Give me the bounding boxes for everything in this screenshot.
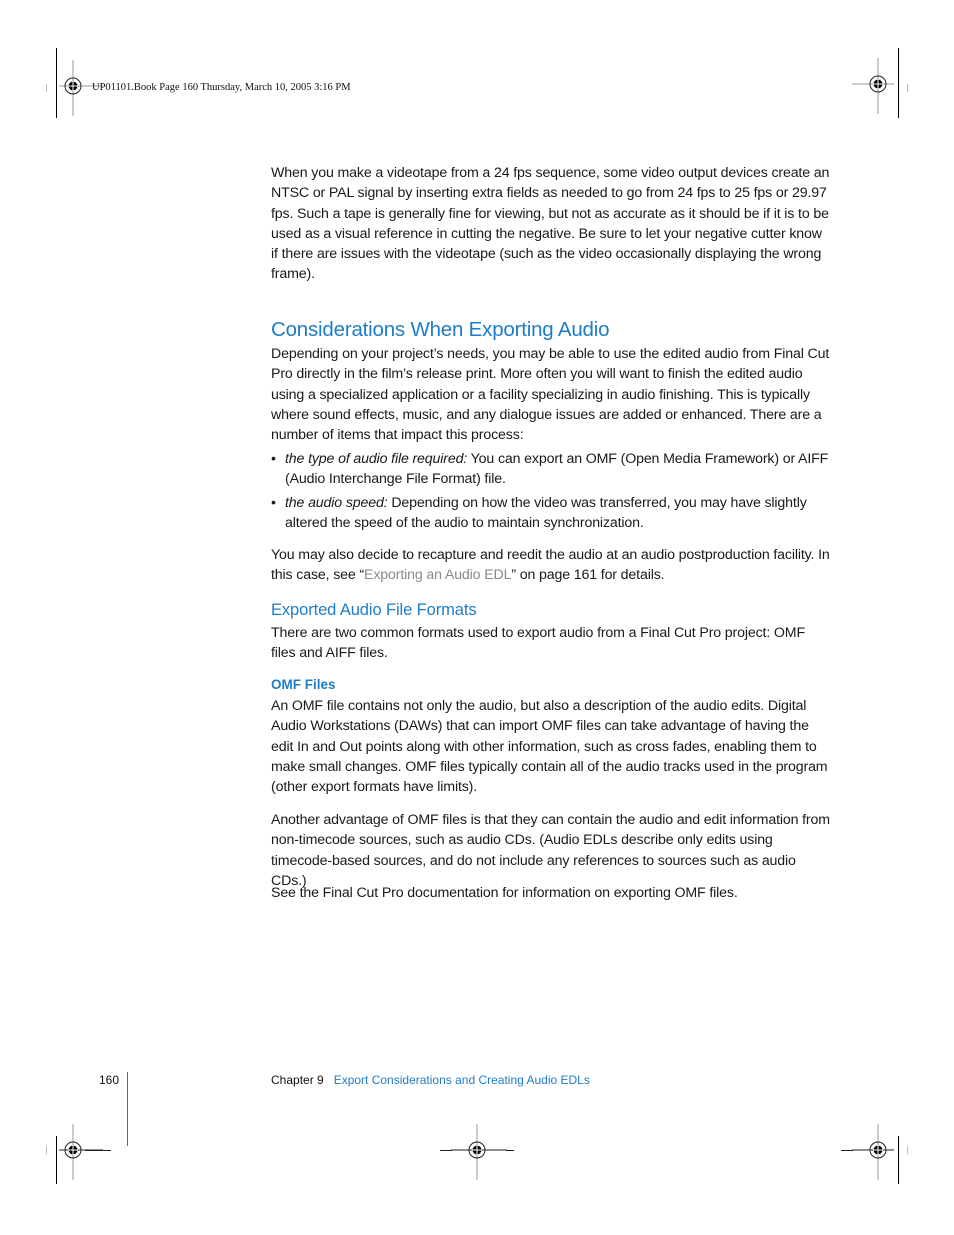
chapter-label: Chapter 9 bbox=[271, 1073, 324, 1087]
omf-paragraph-2: Another advantage of OMF files is that t… bbox=[271, 812, 830, 889]
registration-mark-icon bbox=[47, 1124, 103, 1180]
page-number: 160 bbox=[99, 1073, 120, 1087]
crop-mark-bottom-center-right bbox=[506, 1150, 514, 1151]
crop-mark-bottom-center-left bbox=[440, 1150, 452, 1151]
section-heading: Considerations When Exporting Audio bbox=[271, 318, 610, 341]
bullet-term: the audio speed: bbox=[285, 494, 388, 511]
subsection-heading: Exported Audio File Formats bbox=[271, 601, 477, 619]
running-footer: Chapter 9 Export Considerations and Creat… bbox=[271, 1073, 590, 1087]
subsection-paragraph: There are two common formats used to exp… bbox=[271, 625, 805, 662]
list-item: • the audio speed: Depending on how the … bbox=[271, 493, 831, 534]
crop-mark-bottom-right-horizontal bbox=[841, 1150, 853, 1151]
recapture-text-after: ” on page 161 for details. bbox=[511, 567, 665, 584]
crop-mark-bottom-left-horizontal bbox=[85, 1150, 111, 1151]
bullet-icon: • bbox=[271, 451, 276, 467]
subsubsection-heading: OMF Files bbox=[271, 677, 336, 692]
print-slug: UP01101.Book Page 160 Thursday, March 10… bbox=[92, 82, 351, 93]
omf-paragraph-3: See the Final Cut Pro documentation for … bbox=[271, 885, 738, 901]
registration-mark-icon bbox=[852, 58, 908, 114]
intro-paragraph: When you make a videotape from a 24 fps … bbox=[271, 165, 830, 283]
bullet-icon: • bbox=[271, 494, 276, 511]
bullet-list: • the type of audio file required: You c… bbox=[271, 449, 831, 536]
recapture-paragraph: You may also decide to recapture and ree… bbox=[271, 545, 831, 586]
registration-mark-icon bbox=[451, 1124, 507, 1180]
registration-mark-icon bbox=[852, 1124, 908, 1180]
omf-paragraph-1: An OMF file contains not only the audio,… bbox=[271, 698, 828, 796]
bullet-term: the type of audio file required: bbox=[285, 451, 468, 467]
cross-reference-link[interactable]: Exporting an Audio EDL bbox=[364, 567, 512, 583]
footer-divider bbox=[127, 1072, 128, 1146]
section-paragraph: Depending on your project’s needs, you m… bbox=[271, 346, 830, 444]
list-item: • the type of audio file required: You c… bbox=[271, 449, 831, 490]
chapter-title: Export Considerations and Creating Audio… bbox=[333, 1073, 590, 1087]
